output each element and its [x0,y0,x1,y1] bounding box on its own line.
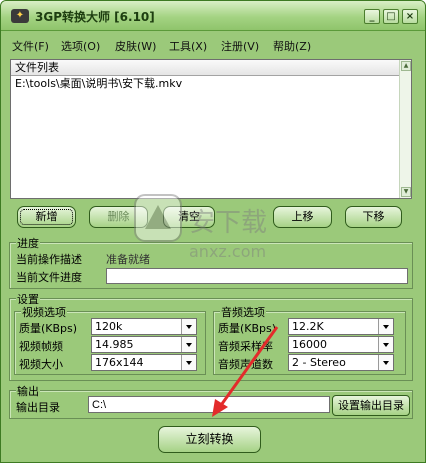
app-window: ✦ 3GP转换大师 [6.10] _ □ × 文件(F) 选项(O) 皮肤(W)… [0,0,426,463]
annotation-arrow [212,326,279,417]
